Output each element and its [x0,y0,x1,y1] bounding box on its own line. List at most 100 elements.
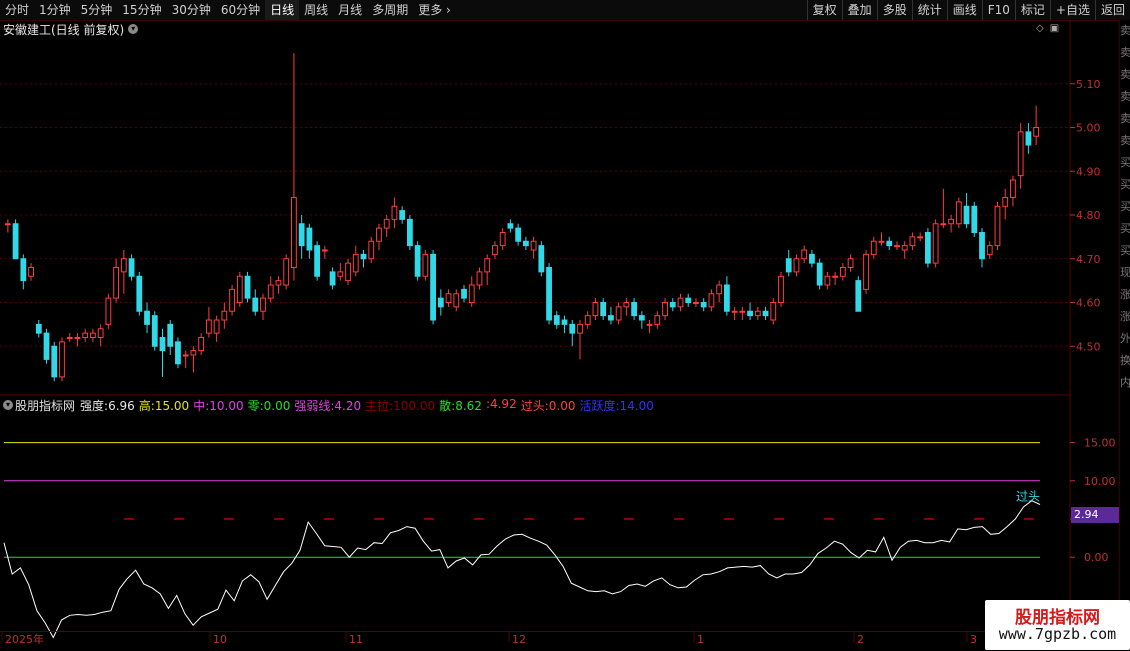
candle-body [468,284,475,303]
candle-body [979,232,985,260]
candle-body [824,275,831,286]
candle-body [260,297,266,312]
candle-body [963,205,970,225]
candle-body [492,245,498,255]
candle-body [615,306,622,321]
candle-body [971,205,978,233]
candle-body [221,310,228,321]
price-tick-label: 5.10 [1076,78,1101,91]
candle-body [360,253,367,260]
indicator-label: 过头: [520,398,549,413]
candle-body [399,210,406,220]
candle-body [383,218,390,229]
candle-body [136,275,143,312]
candle-body [646,323,653,326]
candle-body [1025,131,1032,146]
candle-body [1017,131,1024,177]
indicator-item: 零:0.00 [248,397,291,414]
candle-body [948,218,954,225]
candle-body [275,280,282,286]
candle-body [894,245,900,248]
candle-body [577,323,583,334]
candle-body [182,354,189,357]
candle-body [685,297,692,303]
candle-body [306,227,313,251]
candle-body [716,284,723,295]
candle-body [167,323,174,347]
indicator-label: 活跃度: [579,398,620,413]
candle-body [638,315,645,321]
candle-body [368,240,375,260]
price-tick-label: 4.50 [1076,340,1101,353]
candle-body [870,240,877,255]
candle-body [236,275,243,303]
candle-body [723,284,730,312]
candle-body [569,323,576,334]
ind-tick-label: 10.00 [1084,475,1116,488]
candle-body [499,232,506,247]
indicator-value: 4.92 [489,396,517,411]
candle-body [190,350,197,356]
candle-body [74,337,81,339]
ind-tick-label: 0.00 [1084,551,1109,564]
candle-body [314,245,321,277]
candle-body [538,245,545,273]
candle-body [90,332,96,338]
indicator-line [3,500,1041,639]
candle-body [376,227,382,242]
candle-body [229,288,235,312]
candle-body [352,253,359,273]
candle-body [917,236,924,239]
candle-body [321,249,328,252]
candle-body [855,280,862,312]
indicator-label: 高: [138,398,155,413]
candle-body [785,258,792,273]
candle-body [584,315,591,325]
candle-body [700,302,707,308]
candle-body [955,201,962,225]
candle-body [863,253,869,290]
indicator-item: 活跃度:14.00 [579,397,653,414]
side-panel-text: 卖卖卖卖卖卖买买买买买现涨涨外换内 [1120,24,1130,389]
candle-body [337,271,344,277]
indicator-value: 8.62 [455,398,482,413]
indicator-value: 4.20 [334,398,362,413]
candle-body [1010,179,1016,198]
candle-body [708,293,715,308]
indicator-item: :4.92 [486,397,517,414]
candle-body [414,245,421,277]
indicator-item: 散:8.62 [439,397,482,414]
candle-body [522,240,529,247]
candle-body [128,258,135,277]
candle-body [994,205,1001,247]
indicator-values: 强度:6.96 高:15.00 中:10.00 零:0.00 强弱线:4.20 主拉:10… [80,397,654,414]
candle-body [507,223,514,229]
candle-body [553,315,560,325]
candle-body [778,275,784,303]
candle-body [924,232,931,264]
indicator-value: 0.00 [263,398,291,413]
indicator-value: 10.00 [209,398,244,413]
candle-body [159,337,166,352]
candle-body [453,293,460,308]
chevron-down-icon[interactable]: ▾ [3,400,13,410]
candle-body [1033,127,1040,137]
candle-body [213,319,220,334]
candle-body [298,223,305,247]
indicator-label: 散: [439,398,456,413]
candle-body [422,253,429,277]
candle-body [530,240,537,251]
candle-body [878,240,885,243]
candle-body [59,341,65,378]
candle-body [901,245,908,251]
kline-chart[interactable]: 5.105.004.904.804.704.604.5015.0010.005.… [0,0,1120,650]
side-panel-edge: 卖卖卖卖卖卖买买买买买现涨涨外换内 [1119,20,1130,650]
ind-tick-label: 15.00 [1084,437,1116,450]
candle-body [175,341,181,365]
candle-body [623,302,630,308]
indicator-item: 高:15.00 [139,397,189,414]
candle-body [801,249,808,260]
price-tick-label: 4.70 [1076,253,1101,266]
candle-body [12,223,19,260]
indicator-annotation: 过头 [1016,489,1040,503]
